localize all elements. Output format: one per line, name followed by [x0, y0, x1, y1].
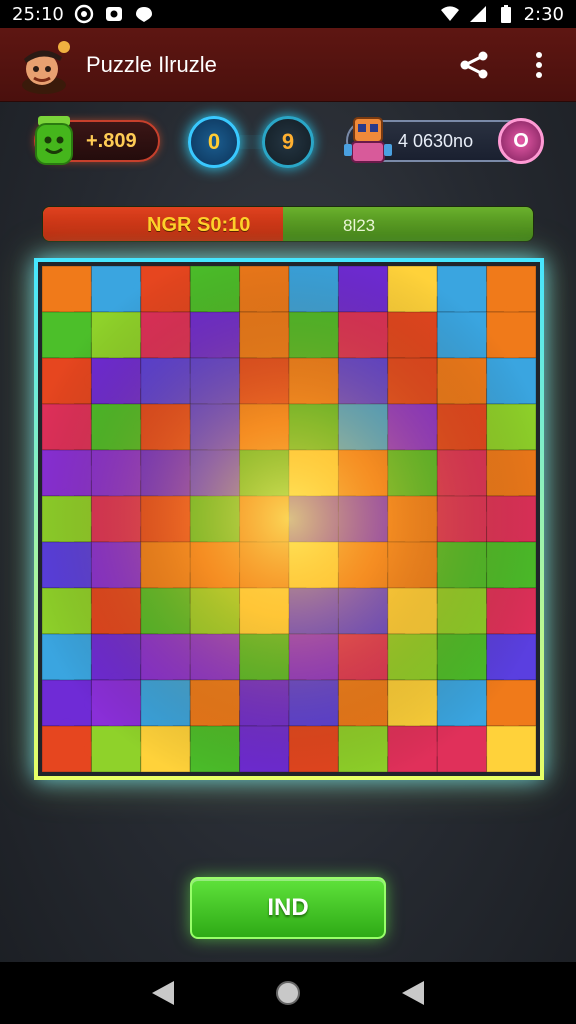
recents-icon	[402, 981, 425, 1005]
progress-label: NGR S0:10	[147, 214, 251, 236]
signal-icon	[469, 6, 486, 22]
app-bar: Puzzle Ilruzle	[0, 28, 576, 102]
share-icon	[460, 51, 488, 78]
puzzle-board	[34, 258, 544, 780]
play-button[interactable]: IND	[190, 877, 386, 939]
status-time-right: 2:30	[523, 3, 564, 25]
back-icon	[151, 981, 174, 1005]
nav-home-button[interactable]	[266, 971, 310, 1015]
drop-icon	[135, 7, 152, 22]
progress-value: 8l23	[343, 216, 376, 235]
gems-value: 4 0630no	[398, 130, 474, 151]
system-nav-bar	[0, 962, 576, 1024]
puzzle-grid[interactable]	[42, 266, 536, 772]
status-bar: 25:10 2:30	[0, 0, 576, 28]
home-icon	[275, 981, 300, 1005]
app-title: Puzzle Ilruzle	[86, 51, 217, 77]
score-value: +.809	[86, 129, 137, 152]
app-logo-icon	[22, 40, 70, 94]
status-time-left: 25:10	[12, 3, 64, 25]
jar-icon	[35, 116, 73, 165]
coin-b-badge[interactable]: 9	[262, 116, 314, 168]
more-options-button[interactable]	[522, 48, 556, 82]
battery-icon	[500, 5, 511, 23]
camera-icon	[105, 7, 122, 21]
more-vert-icon	[536, 51, 542, 78]
robot-icon	[344, 117, 392, 163]
hud: +.809 0 9 4 0630no O	[0, 112, 576, 172]
wifi-icon	[440, 6, 459, 22]
coin-a-badge[interactable]: 0	[188, 116, 240, 168]
nav-back-button[interactable]	[141, 971, 185, 1015]
score-pill: +.809	[34, 116, 160, 165]
target-badge-label: O	[513, 129, 529, 152]
board-center-glow	[42, 266, 536, 772]
gems-pill: 4 0630no O	[344, 117, 544, 164]
level-progress-bar: NGR S0:10 8l23	[42, 206, 534, 242]
nav-recents-button[interactable]	[391, 971, 435, 1015]
target-badge[interactable]: O	[498, 118, 544, 164]
share-button[interactable]	[458, 48, 492, 82]
sync-icon	[74, 4, 94, 24]
